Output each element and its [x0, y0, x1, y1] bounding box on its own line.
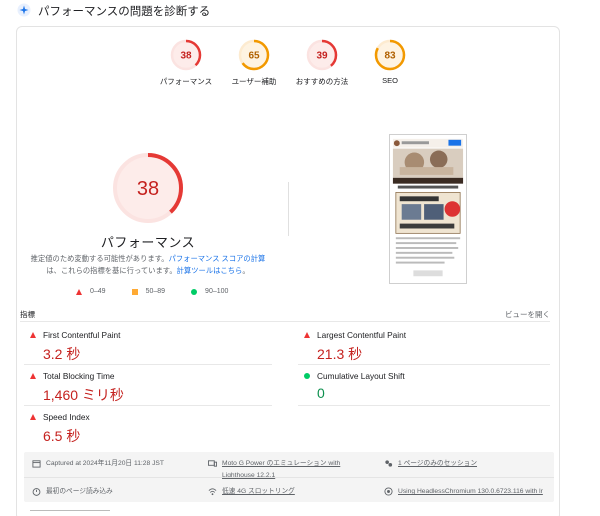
metric-name: Cumulative Layout Shift [317, 371, 405, 381]
browser-link[interactable]: Using HeadlessChromium 130.0.6723.116 wi… [398, 486, 543, 498]
metric-tbt: Total Blocking Time 1,460 ミリ秒 [30, 371, 260, 405]
gauge-ring: 65 [238, 39, 270, 71]
divider [288, 182, 289, 236]
metric-value: 0 [317, 385, 325, 401]
metric-si: Speed Index 6.5 秒 [30, 412, 260, 446]
network-info: 低速 4G スロットリング [208, 486, 295, 498]
metric-value: 6.5 秒 [43, 428, 81, 444]
fail-triangle-icon [30, 414, 36, 420]
run-metadata: Captured at 2024年11月20日 11:28 JST Moto G… [24, 452, 554, 502]
gauge-score: 83 [384, 51, 396, 62]
legend-average: 50–89 [145, 288, 166, 295]
fail-triangle-icon [30, 332, 36, 338]
gauge-score: 39 [316, 51, 328, 62]
timer-icon [32, 488, 41, 496]
page-screenshot-thumbnail[interactable] [389, 134, 467, 284]
device-info: Moto G Power のエミュレーション with Lighthouse 12… [208, 458, 340, 482]
divider [298, 364, 550, 365]
gauge-label: SEO [382, 76, 398, 85]
load-info: 最初のページ読み込み [32, 486, 113, 498]
performance-description: 推定値のため変動する可能性があります。パフォーマンス スコアの計算 は、これらの… [30, 254, 266, 275]
performance-label: パフォーマンス [100, 235, 196, 250]
browser-info: Using HeadlessChromium 130.0.6723.116 wi… [384, 486, 543, 498]
legend-fail: 0–49 [90, 288, 106, 295]
network-icon [208, 488, 217, 496]
metrics-title: 指標 [20, 310, 35, 319]
average-square-icon [131, 288, 138, 295]
score-legend: 0–49 50–89 90–100 [76, 288, 254, 295]
score-calc-link[interactable]: パフォーマンス スコアの計算 [169, 254, 266, 263]
session-info: 1 ページのみのセッション [384, 458, 477, 470]
fail-triangle-icon [304, 332, 310, 338]
performance-score: 38 [137, 178, 159, 200]
pass-circle-icon [304, 373, 310, 379]
divider [24, 477, 554, 478]
pass-circle-icon [191, 288, 198, 295]
metric-name: Largest Contentful Paint [317, 330, 407, 340]
divider [298, 405, 550, 406]
metric-name: Speed Index [43, 412, 90, 422]
next-section-edge [30, 510, 110, 516]
users-icon [385, 460, 393, 467]
divider [20, 321, 550, 322]
gauge-seo[interactable]: 83 SEO [350, 38, 430, 85]
metric-value: 1,460 ミリ秒 [43, 387, 124, 403]
session-link[interactable]: 1 ページのみのセッション [398, 458, 477, 470]
device-icon [208, 460, 217, 467]
metric-lcp: Largest Contentful Paint 21.3 秒 [304, 330, 534, 364]
fail-triangle-icon [30, 373, 36, 379]
gauge-ring: 83 [374, 39, 406, 71]
gauge-ring: 38 [170, 39, 202, 71]
fail-triangle-icon [76, 288, 82, 295]
divider [24, 364, 272, 365]
gauge-score: 65 [248, 51, 260, 62]
calendar-icon [32, 460, 41, 468]
metrics-header: 指標 ビューを開く [20, 309, 550, 320]
category-gauges: 38 パフォーマンス 65 ユーザー補助 39 おすすめの方法 83 SEO [0, 10, 600, 86]
captured-info: Captured at 2024年11月20日 11:28 JST [32, 458, 164, 470]
metric-value: 21.3 秒 [317, 346, 363, 362]
performance-gauge: 38 [113, 153, 183, 223]
device-link[interactable]: Moto G Power のエミュレーション with [222, 460, 340, 467]
metric-name: First Contentful Paint [43, 330, 121, 340]
metric-cls: Cumulative Layout Shift 0 [304, 371, 534, 401]
divider [24, 405, 272, 406]
gauge-ring: 39 [306, 39, 338, 71]
metric-name: Total Blocking Time [43, 371, 115, 381]
network-link[interactable]: 低速 4G スロットリング [222, 486, 295, 498]
chrome-icon [384, 487, 393, 496]
legend-pass: 90–100 [205, 288, 229, 295]
calculator-link[interactable]: 計算ツールはこちら [177, 266, 243, 275]
metric-value: 3.2 秒 [43, 346, 81, 362]
gauge-score: 38 [180, 51, 192, 62]
expand-view-button[interactable]: ビューを開く [505, 309, 550, 320]
metric-fcp: First Contentful Paint 3.2 秒 [30, 330, 260, 364]
